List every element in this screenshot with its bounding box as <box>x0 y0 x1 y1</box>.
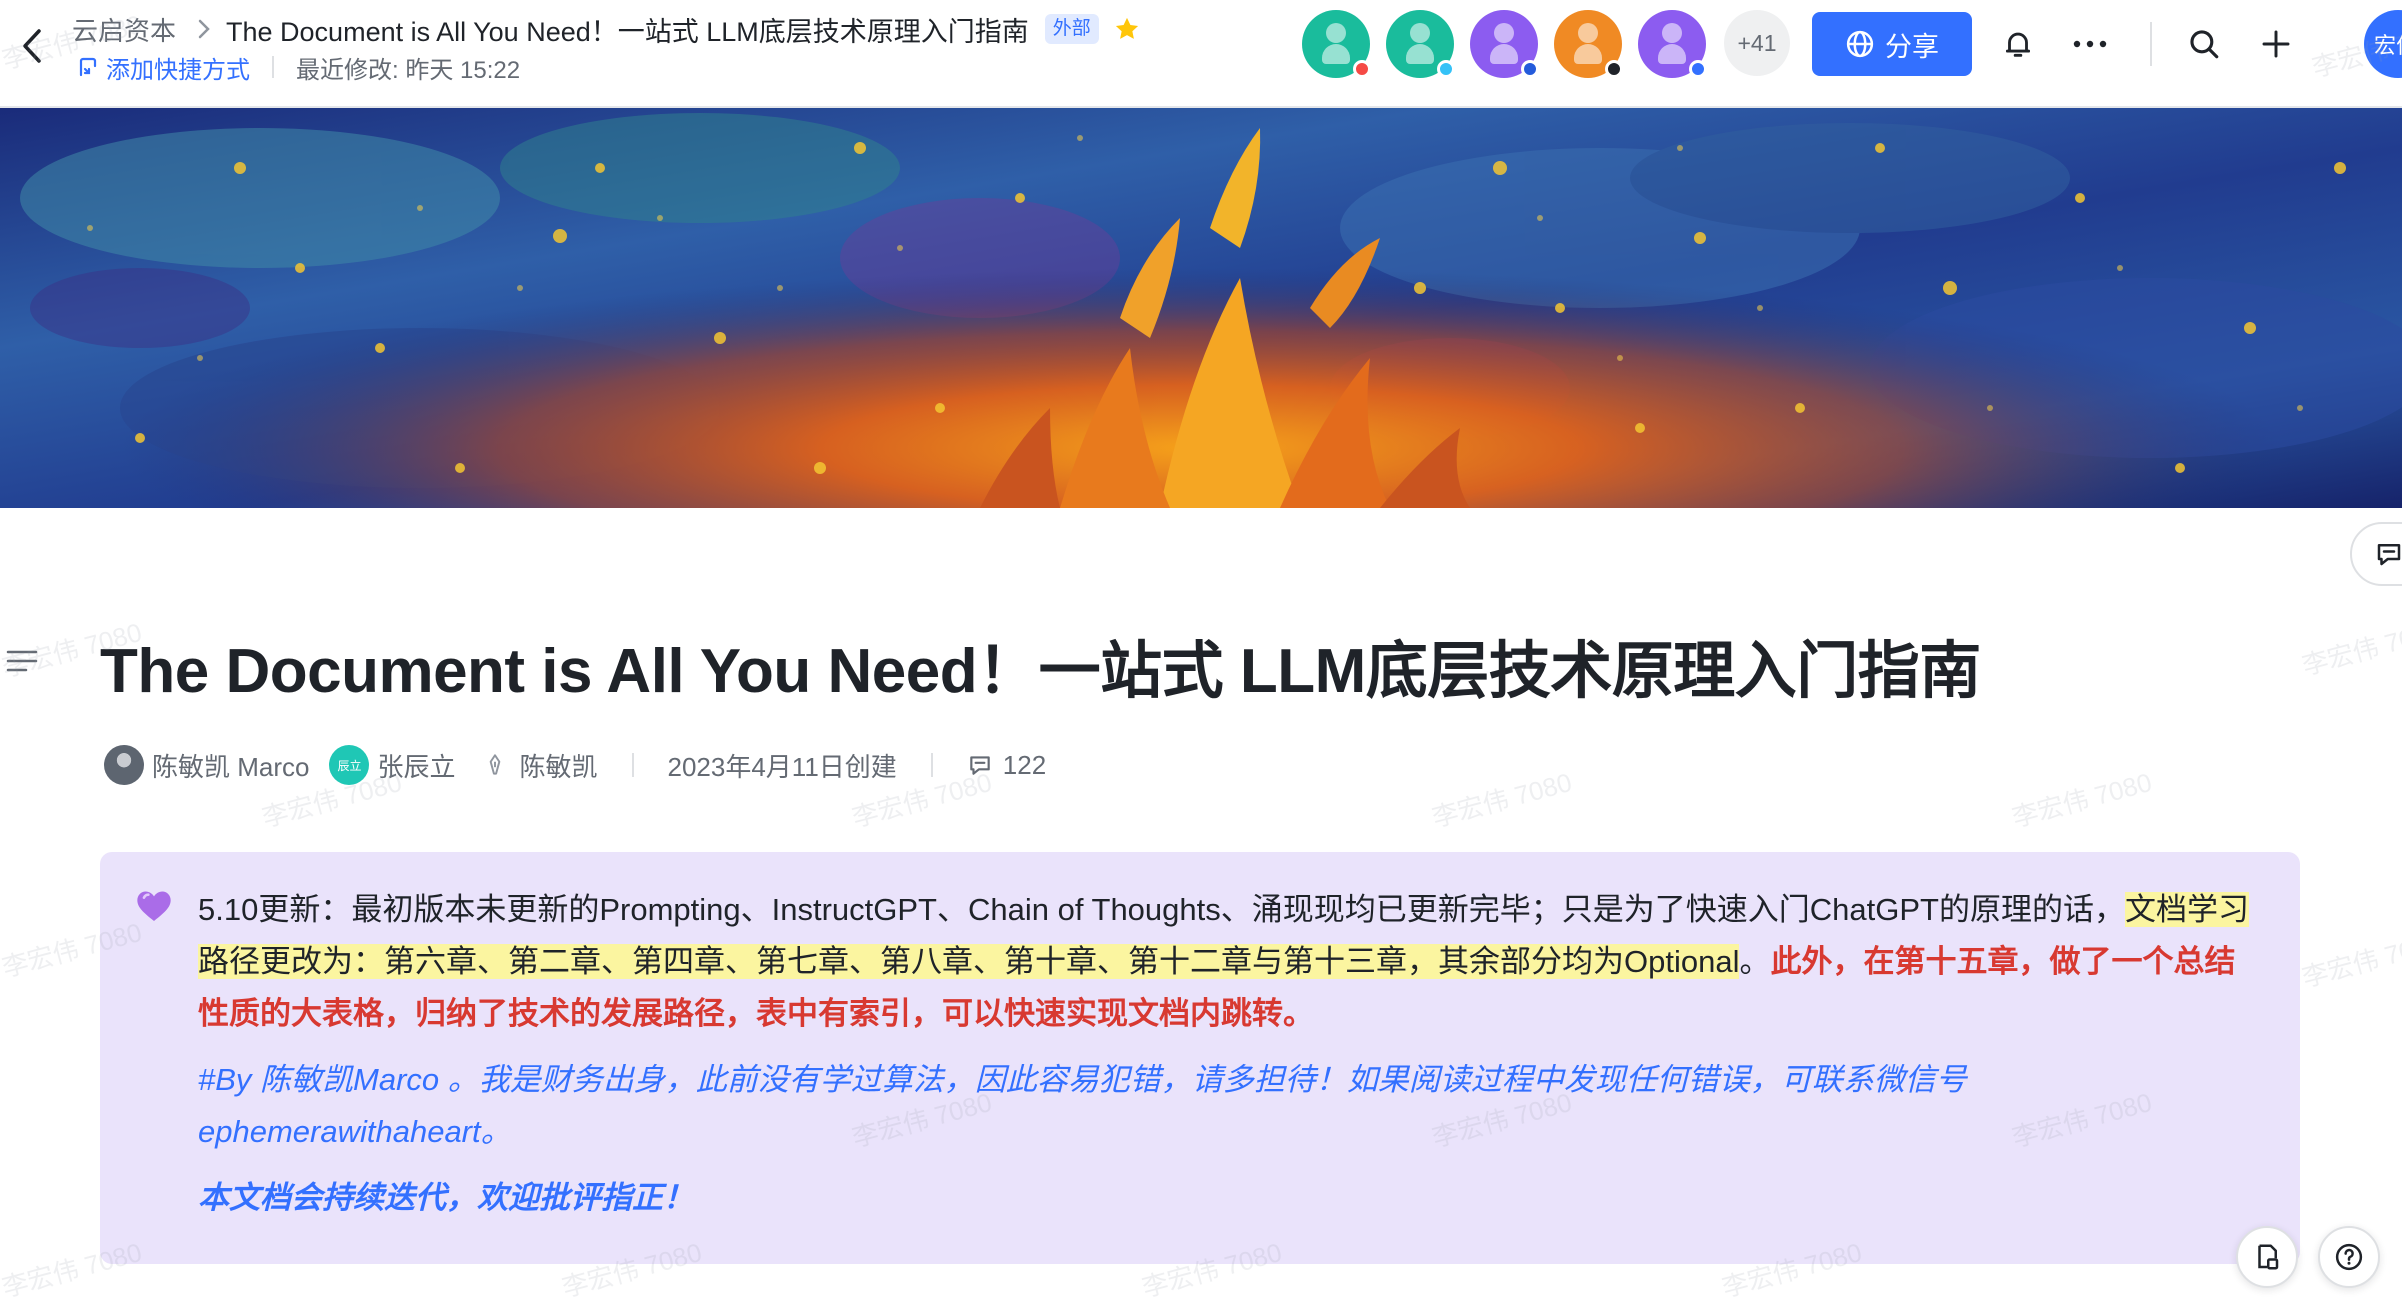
author-1[interactable]: 陈敏凯 Marco <box>104 745 309 785</box>
comments-count-button[interactable]: 122 <box>967 750 1046 781</box>
add-shortcut-button[interactable]: 添加快捷方式 <box>76 50 250 85</box>
author-3[interactable]: 陈敏凯 <box>475 745 598 785</box>
comment-count: 122 <box>1002 749 1047 780</box>
collaborator-avatar[interactable] <box>1554 10 1623 78</box>
comment-icon <box>2377 544 2401 566</box>
breadcrumb-doc-title[interactable]: The Document is All You Need！一站式 LLM底层技术… <box>226 10 1029 49</box>
author-name: 张辰立 <box>377 751 456 782</box>
watermark: 李宏伟 7080 <box>2298 614 2402 681</box>
breadcrumb-root[interactable]: 云启资本 <box>72 11 176 48</box>
toc-menu-icon[interactable] <box>2 646 40 676</box>
search-icon <box>2190 30 2219 59</box>
more-collaborators-count[interactable]: +41 <box>1724 10 1790 76</box>
avatar-body <box>1658 44 1686 64</box>
update-text: 5.10更新：最初版本未更新的Prompting、InstructGPT、Cha… <box>198 892 2125 927</box>
author-avatar <box>104 745 144 785</box>
author-note: #By 陈敏凯Marco 。我是财务出身，此前没有学过算法，因此容易犯错，请多担… <box>198 1062 1967 1149</box>
presence-dot <box>1521 60 1539 78</box>
period-text: 。 <box>1739 944 1771 979</box>
search-button[interactable] <box>2180 20 2228 68</box>
avatar-head <box>1578 23 1598 43</box>
breadcrumb: 云启资本 The Document is All You Need！一站式 LL… <box>72 10 1141 48</box>
share-button[interactable]: 分享 <box>1812 12 1972 76</box>
add-shortcut-label: 添加快捷方式 <box>106 56 250 84</box>
shortcut-icon <box>79 57 97 77</box>
document-meta: 陈敏凯 Marco 辰立 张辰立 陈敏凯 2023年4月11日创建 122 <box>104 744 1046 786</box>
collaborator-avatar[interactable] <box>1470 10 1539 78</box>
watermark: 李宏伟 7080 <box>1428 766 1575 833</box>
avatar-body <box>1322 44 1350 64</box>
chevron-left-icon <box>23 29 41 63</box>
more-options-button[interactable] <box>2066 20 2114 68</box>
author-name: 陈敏凯 <box>519 751 598 782</box>
comment-icon <box>970 756 990 775</box>
chevron-right-icon <box>198 19 210 39</box>
help-icon <box>2335 1243 2363 1271</box>
callout-content[interactable]: 5.10更新：最初版本未更新的Prompting、InstructGPT、Cha… <box>198 884 2258 1224</box>
pen-icon <box>475 745 515 785</box>
document-check-icon <box>2258 1244 2279 1270</box>
toolbar-divider <box>2150 22 2152 66</box>
divider <box>631 753 634 777</box>
collaborator-avatar[interactable] <box>1638 10 1707 78</box>
watermark: 李宏伟 7080 <box>2008 766 2155 833</box>
globe-icon <box>1846 30 1874 58</box>
divider <box>272 56 274 78</box>
avatar-body <box>1490 44 1518 64</box>
closing-note: 本文档会持续迭代，欢迎批评指正！ <box>198 1180 694 1215</box>
purple-heart-icon[interactable] <box>134 886 174 926</box>
presence-dot <box>1605 60 1623 78</box>
avatar-head <box>1494 23 1514 43</box>
avatar-head <box>1326 23 1346 43</box>
collaborator-avatar[interactable] <box>1386 10 1455 78</box>
top-bar: 云启资本 The Document is All You Need！一站式 LL… <box>0 0 2402 108</box>
more-horizontal-icon <box>2073 40 2107 48</box>
author-name: 陈敏凯 Marco <box>152 751 310 782</box>
author-avatar: 辰立 <box>329 745 370 785</box>
cover-image <box>0 108 2402 508</box>
doc-tools-button[interactable] <box>2236 1226 2298 1288</box>
share-label: 分享 <box>1885 31 1939 62</box>
collaborator-avatar[interactable] <box>1302 10 1371 78</box>
side-comment-button[interactable] <box>2350 522 2402 586</box>
plus-icon <box>2262 30 2290 58</box>
avatar-head <box>1662 23 1682 43</box>
doc-sub-info: 添加快捷方式 最近修改: 昨天 15:22 <box>76 50 520 84</box>
presence-dot <box>1689 60 1707 78</box>
last-modified: 最近修改: 昨天 15:22 <box>296 56 521 84</box>
star-icon[interactable] <box>1113 15 1141 43</box>
watermark: 李宏伟 7080 <box>2298 926 2402 993</box>
presence-dot <box>1353 60 1371 78</box>
update-paragraph: 5.10更新：最初版本未更新的Prompting、InstructGPT、Cha… <box>198 884 2258 1040</box>
help-button[interactable] <box>2318 1226 2380 1288</box>
external-badge: 外部 <box>1044 14 1099 44</box>
document-title[interactable]: The Document is All You Need！一站式 LLM底层技术… <box>100 620 1981 710</box>
back-button[interactable] <box>8 22 56 70</box>
divider <box>930 753 933 777</box>
user-avatar[interactable]: 宏伟 <box>2364 10 2402 78</box>
avatar-body <box>1406 44 1434 64</box>
author-2[interactable]: 辰立 张辰立 <box>329 745 455 785</box>
created-date: 2023年4月11日创建 <box>667 751 897 782</box>
presence-dot <box>1437 60 1455 78</box>
notification-button[interactable] <box>1994 20 2042 68</box>
avatar-body <box>1574 44 1602 64</box>
bell-icon <box>2005 32 2031 57</box>
avatar-head <box>1410 23 1430 43</box>
create-button[interactable] <box>2252 20 2300 68</box>
